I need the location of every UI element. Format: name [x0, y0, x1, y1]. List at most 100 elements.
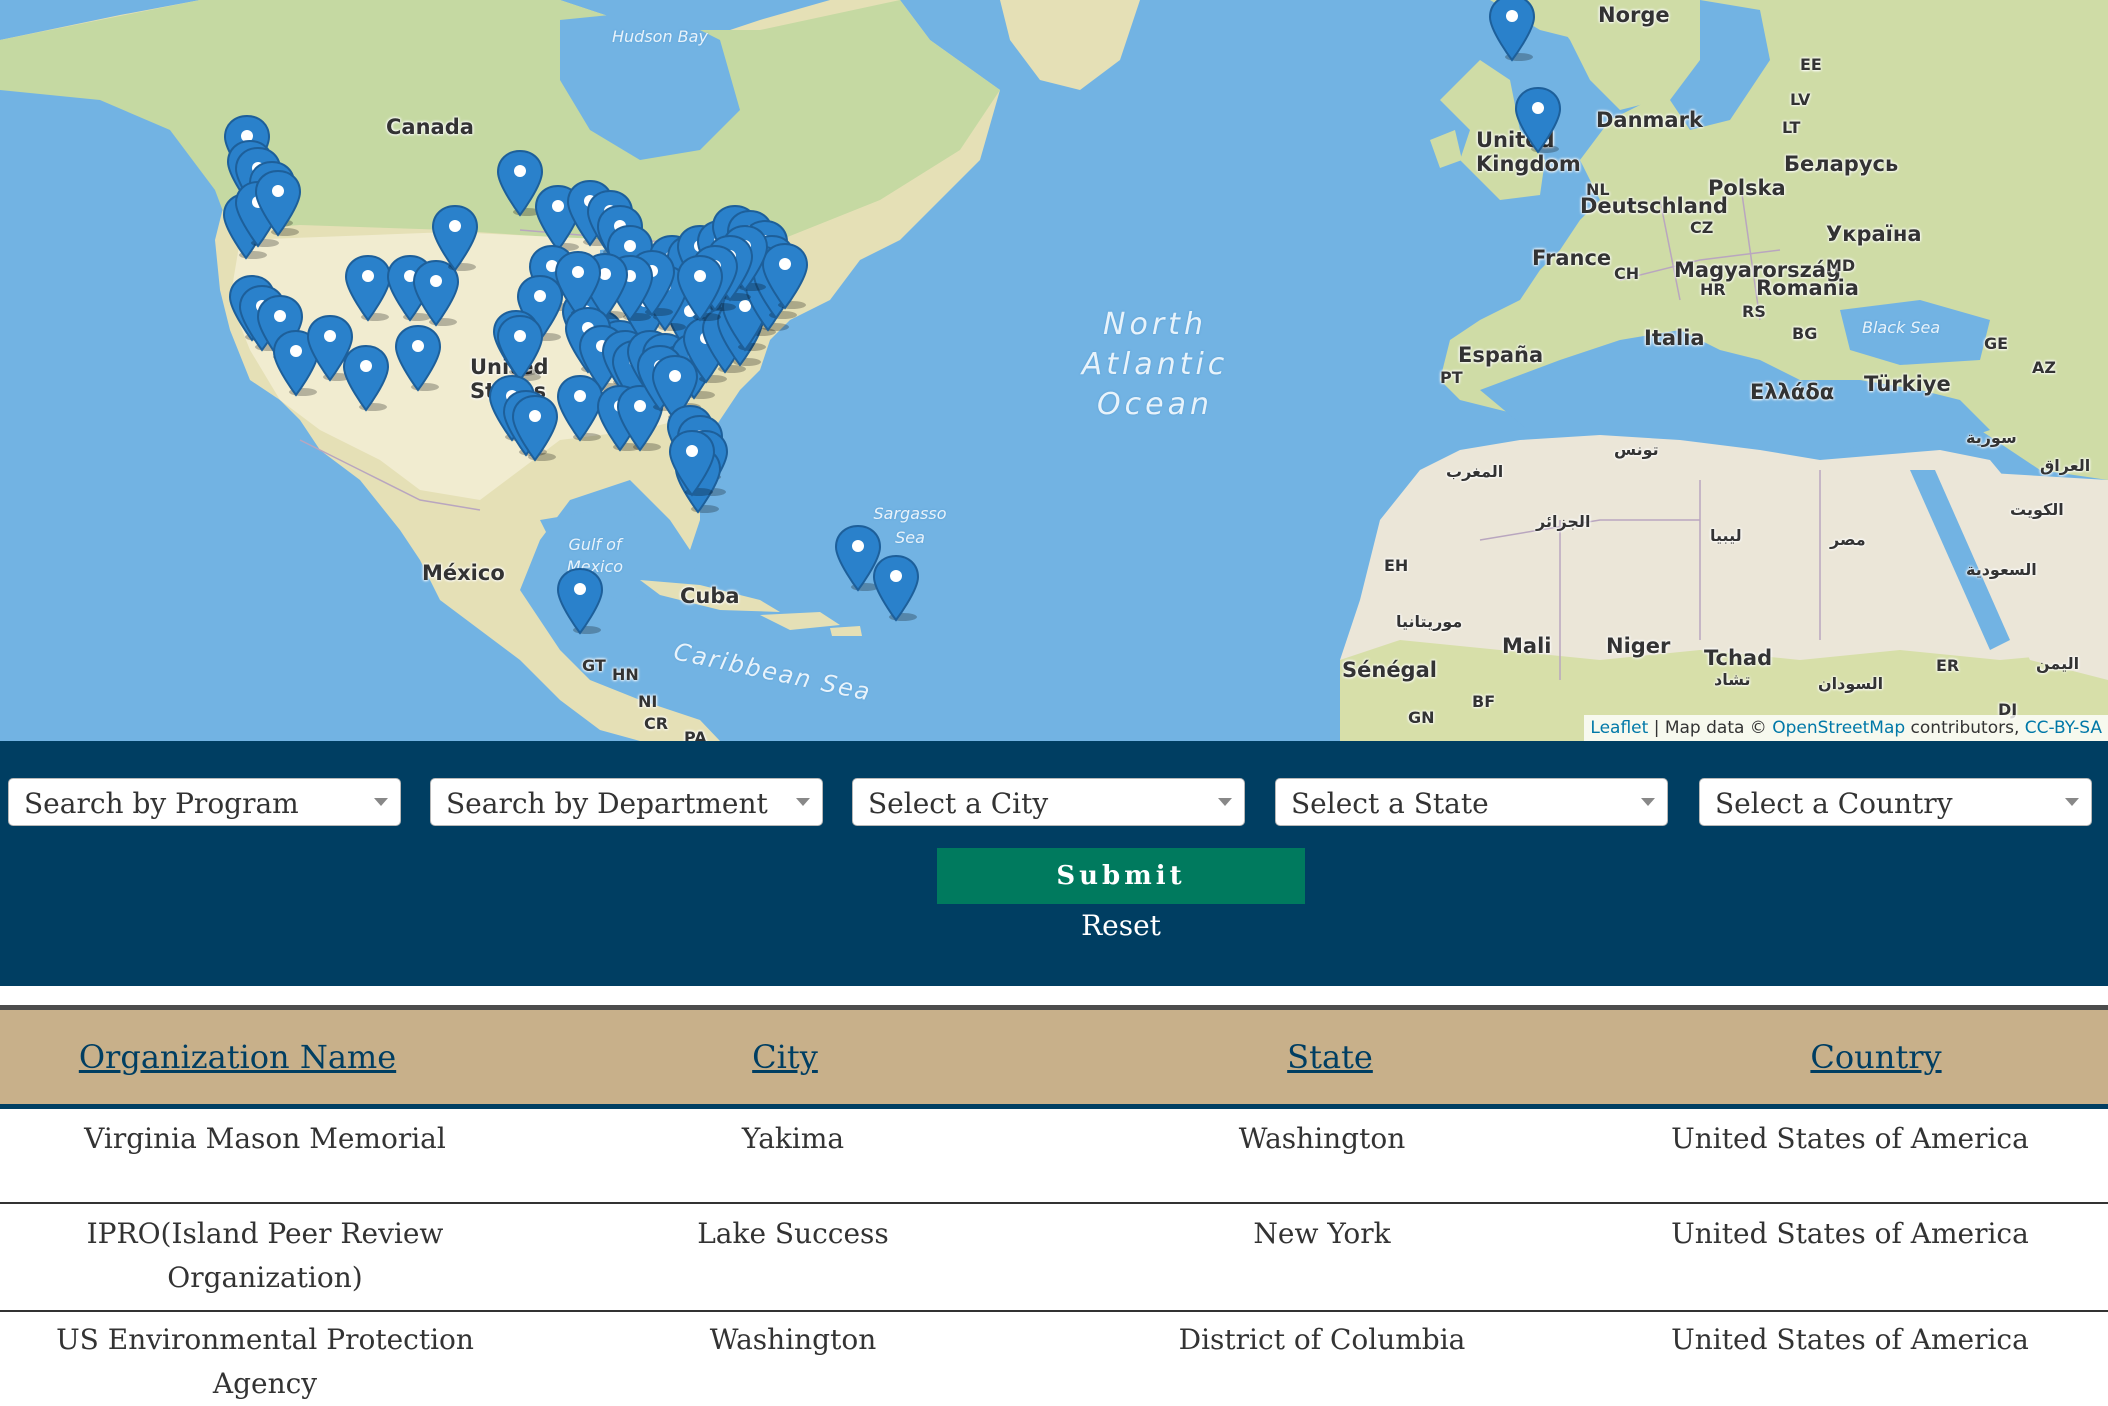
map-marker[interactable] [667, 429, 717, 497]
map-marker[interactable] [393, 324, 443, 392]
map-label-hudson-bay: Hudson Bay [612, 27, 708, 46]
search-panel: Search by Program Search by Department S… [0, 741, 2108, 986]
map-label-libya: ليبيا [1710, 526, 1742, 545]
map-label-rs: RS [1742, 302, 1766, 321]
map-label-belarus: Беларусь [1784, 152, 1899, 176]
map-label-tunisia: تونس [1614, 440, 1659, 459]
map-label-az: AZ [2032, 358, 2056, 377]
map-label-italia: Italia [1644, 326, 1705, 350]
map-marker[interactable] [253, 169, 303, 237]
map-label-pt: PT [1440, 368, 1463, 387]
map-label-mali: Mali [1502, 634, 1552, 658]
column-header-organization-name[interactable]: Organization Name [0, 1010, 475, 1104]
map-label-mauritania: موريتانيا [1396, 612, 1463, 631]
table-header-row: Organization Name City State Country [0, 1010, 2108, 1109]
chevron-down-icon [2065, 798, 2079, 806]
map-marker[interactable] [871, 554, 921, 622]
map-label-algeria: الجزائر [1536, 512, 1591, 531]
table-row: IPRO(Island Peer Review Organization) La… [0, 1204, 2108, 1312]
cell-organization-name: US Environmental Protection Agency [56, 1323, 474, 1400]
map-label-tchad: Tchad [1704, 646, 1773, 670]
map-pin-icon [496, 314, 544, 382]
map-label-ge: GE [1984, 334, 2009, 353]
leaflet-link[interactable]: Leaflet [1590, 718, 1648, 738]
results-table: Organization Name City State Country Vir… [0, 1005, 2108, 1400]
map-label-norge: Norge [1598, 3, 1670, 27]
map-label-north-atlantic: North Atlantic Ocean [1081, 307, 1229, 422]
openstreetmap-link[interactable]: OpenStreetMap [1772, 718, 1905, 738]
cell-state: New York [1253, 1217, 1391, 1250]
cell-organization-name: Virginia Mason Memorial [84, 1122, 446, 1155]
map-label-black-sea: Black Sea [1862, 318, 1941, 337]
attribution-separator: | Map data © [1648, 718, 1773, 738]
map-marker[interactable] [341, 344, 391, 412]
map-label-eh: EH [1384, 556, 1409, 575]
map-label-canada: Canada [386, 115, 474, 139]
state-select-value: Select a State [1291, 787, 1489, 820]
map-label-chad-ar: تشاد [1714, 670, 1751, 689]
map-label-pa: PA [684, 728, 707, 741]
map-label-france: France [1532, 246, 1612, 270]
map-label-morocco: المغرب [1446, 462, 1504, 481]
map-label-egypt: مصر [1830, 530, 1866, 549]
submit-button[interactable]: Submit [937, 848, 1305, 904]
state-select[interactable]: Select a State [1275, 778, 1668, 826]
cell-country: United States of America [1671, 1122, 2029, 1155]
city-select[interactable]: Select a City [852, 778, 1245, 826]
map-attribution: Leaflet | Map data © OpenStreetMap contr… [1584, 715, 2108, 741]
cell-organization-name: IPRO(Island Peer Review Organization) [86, 1217, 444, 1294]
map-label-espana: España [1458, 343, 1544, 367]
column-header-city[interactable]: City [585, 1010, 985, 1104]
license-link[interactable]: CC-BY-SA [2025, 718, 2102, 738]
chevron-down-icon [374, 798, 388, 806]
department-select[interactable]: Search by Department [430, 778, 823, 826]
cell-state: District of Columbia [1178, 1323, 1466, 1356]
map-label-sudan: السودان [1818, 674, 1884, 693]
map-marker[interactable] [430, 204, 480, 272]
map-label-mexico: México [422, 561, 505, 585]
map-label-syria: سورية [1966, 428, 2017, 447]
chevron-down-icon [1218, 798, 1232, 806]
cell-city: Washington [709, 1323, 877, 1356]
map-pin-icon [254, 169, 302, 237]
map-label-yemen: اليمن [2036, 654, 2080, 673]
reset-link[interactable]: Reset [937, 909, 1305, 942]
map-marker[interactable] [495, 314, 545, 382]
map-label-kuwait: الكويت [2010, 500, 2064, 519]
column-header-state[interactable]: State [1130, 1010, 1530, 1104]
map-pin-icon [511, 394, 559, 462]
map-label-hn: HN [612, 665, 639, 684]
map-marker[interactable] [675, 254, 725, 322]
map-label-turkiye: Türkiye [1864, 372, 1951, 396]
map-pin-icon [872, 554, 920, 622]
map-label-cuba: Cuba [680, 584, 740, 608]
map-pin-icon [394, 324, 442, 392]
map-marker[interactable] [555, 567, 605, 635]
program-select[interactable]: Search by Program [8, 778, 401, 826]
map-label-ni: NI [638, 692, 658, 711]
map-label-lt: LT [1782, 118, 1801, 137]
map-label-saudi: السعودية [1966, 560, 2037, 579]
map-marker[interactable] [510, 394, 560, 462]
map-pin-icon [556, 567, 604, 635]
map-marker[interactable] [1513, 86, 1563, 154]
map-label-bg: BG [1792, 324, 1818, 343]
map-pin-icon [1488, 0, 1536, 62]
map-label-deutschland: Deutschland [1580, 194, 1728, 218]
map-label-er: ER [1936, 656, 1960, 675]
map-pin-icon [676, 254, 724, 322]
column-header-country[interactable]: Country [1676, 1010, 2076, 1104]
map-label-danmark: Danmark [1596, 108, 1703, 132]
country-select[interactable]: Select a Country [1699, 778, 2092, 826]
map-label-ee: EE [1800, 55, 1822, 74]
map-label-gn: GN [1408, 708, 1435, 727]
cell-country: United States of America [1671, 1323, 2029, 1356]
map-pin-icon [1514, 86, 1562, 154]
map-label-niger: Niger [1606, 634, 1671, 658]
map-label-bf: BF [1472, 692, 1496, 711]
map-label-gt: GT [582, 656, 606, 675]
map-marker[interactable] [1487, 0, 1537, 62]
cell-city: Lake Success [697, 1217, 889, 1250]
map-view[interactable]: Canada Hudson Bay United States México G… [0, 0, 2108, 741]
cell-city: Yakima [741, 1122, 845, 1155]
